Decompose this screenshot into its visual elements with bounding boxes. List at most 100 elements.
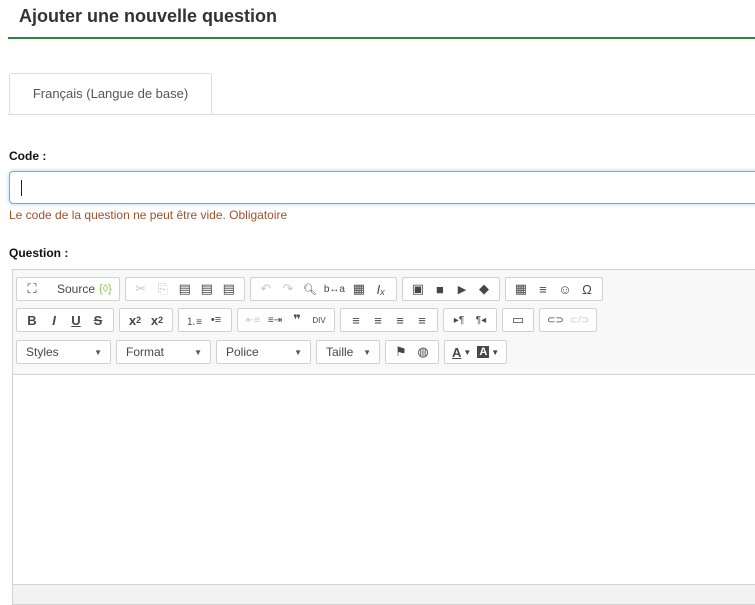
horizontal-rule-icon[interactable]: ≡ [532, 278, 554, 300]
underline-icon[interactable]: U [65, 309, 87, 331]
code-error-message: Le code de la question ne peut être vide… [9, 208, 288, 222]
toolbar-row-2: B I U S x2 x2 ⒈≡ •≡ ⇤≡ ≡⇥ ❞ DIV ≡ ≡ ≡ ≡ … [16, 308, 598, 334]
align-center-icon[interactable]: ≡ [367, 309, 389, 331]
table-icon[interactable]: ▦ [510, 278, 532, 300]
paste-text-icon[interactable]: ▤ [196, 278, 218, 300]
toolbar-group-bidi: ▸¶ ¶◂ [443, 308, 497, 332]
format-dropdown-label: Format [126, 345, 165, 359]
chevron-down-icon: ▼ [363, 347, 371, 357]
templates-icon[interactable]: ▭ [507, 309, 529, 331]
chevron-down-icon: ▼ [94, 347, 102, 357]
chevron-down-icon: ▼ [294, 347, 302, 357]
tabs-baseline [8, 114, 755, 115]
subscript-mark: 2 [136, 315, 142, 325]
toolbar-row-3: Styles ▼ Format ▼ Police ▼ Taille ▼ ⚑ ◍ [16, 340, 508, 366]
image-icon[interactable]: ▣ [407, 278, 429, 300]
toolbar-group-templates: ▭ [502, 308, 534, 332]
styles-dropdown[interactable]: Styles ▼ [16, 340, 111, 364]
superscript-x: x [150, 312, 159, 328]
page-title: Ajouter une nouvelle question [19, 6, 278, 26]
unlink-icon[interactable]: ⊂/⊃ [567, 309, 593, 331]
editor-toolbar: ⛶ Source {◊} ✂ ⎘ ▤ ▤ ▤ ↶ ↷ 🔍︎ b↔a ▦ Iₓ ▣… [13, 270, 755, 374]
replace-icon[interactable]: b↔a [321, 278, 348, 300]
toolbar-group-indent: ⇤≡ ≡⇥ ❞ DIV [237, 308, 335, 332]
numbered-list-icon[interactable]: ⒈≡ [183, 309, 205, 331]
bold-icon[interactable]: B [21, 309, 43, 331]
toolbar-group-lists: ⒈≡ •≡ [178, 308, 232, 332]
toolbar-group-insert: ▦ ≡ ☺ Ω [504, 277, 603, 301]
size-dropdown-label: Taille [326, 345, 354, 359]
outdent-icon[interactable]: ⇤≡ [242, 309, 264, 331]
title-divider [8, 37, 755, 39]
text-rtl-icon[interactable]: ¶◂ [470, 309, 492, 331]
text-color-button[interactable]: A ▼ [449, 341, 474, 363]
undo-icon[interactable]: ↶ [255, 278, 277, 300]
copy-icon[interactable]: ⎘ [152, 278, 174, 300]
anchor-flag-icon[interactable]: ⚑ [390, 341, 412, 363]
remove-format-icon[interactable]: Iₓ [370, 278, 392, 300]
div-icon[interactable]: DIV [308, 309, 330, 331]
rich-text-editor: ⛶ Source {◊} ✂ ⎘ ▤ ▤ ▤ ↶ ↷ 🔍︎ b↔a ▦ Iₓ ▣… [12, 269, 755, 605]
toolbar-group-clipboard: ✂ ⎘ ▤ ▤ ▤ [124, 277, 245, 301]
editor-content-area[interactable] [13, 374, 755, 585]
toolbar-group-links: ⊂⊃ ⊂/⊃ [539, 308, 598, 332]
tab-francais[interactable]: Français (Langue de base) [9, 73, 212, 114]
font-dropdown-label: Police [226, 345, 259, 359]
redo-icon[interactable]: ↷ [277, 278, 299, 300]
cut-icon[interactable]: ✂ [130, 278, 152, 300]
globe-icon[interactable]: ◍ [412, 341, 434, 363]
blockquote-icon[interactable]: ❞ [286, 309, 308, 331]
video-icon[interactable]: ■ [429, 278, 451, 300]
subscript-x: x [128, 312, 137, 328]
source-button[interactable]: Source {◊} [43, 278, 115, 300]
chevron-down-icon: ▼ [194, 347, 202, 357]
chevron-down-icon: ▼ [463, 347, 472, 357]
flash-icon[interactable]: ◆ [473, 278, 495, 300]
toolbar-group-colors: A ▼ A ▼ [444, 340, 508, 364]
toolbar-row-1: ⛶ Source {◊} ✂ ⎘ ▤ ▤ ▤ ↶ ↷ 🔍︎ b↔a ▦ Iₓ ▣… [16, 277, 603, 303]
indent-icon[interactable]: ≡⇥ [264, 309, 286, 331]
link-icon[interactable]: ⊂⊃ [544, 309, 567, 331]
maximize-icon[interactable]: ⛶ [21, 278, 43, 300]
select-all-icon[interactable]: ▦ [348, 278, 370, 300]
toolbar-group-align: ≡ ≡ ≡ ≡ [340, 308, 438, 332]
source-label: Source [57, 282, 96, 296]
justify-icon[interactable]: ≡ [411, 309, 433, 331]
question-label: Question : [9, 246, 69, 260]
chevron-down-icon: ▼ [491, 347, 500, 357]
toolbar-group-editing: ↶ ↷ 🔍︎ b↔a ▦ Iₓ [249, 277, 397, 301]
editor-bottom-bar [13, 585, 755, 604]
subscript-icon[interactable]: x2 [124, 309, 146, 331]
play-icon[interactable]: ▶ [451, 278, 473, 300]
language-tabs: Français (Langue de base) [8, 73, 755, 115]
toolbar-group-basicstyles: B I U S [16, 308, 114, 332]
superscript-mark: 2 [158, 315, 164, 325]
paste-icon[interactable]: ▤ [174, 278, 196, 300]
align-right-icon[interactable]: ≡ [389, 309, 411, 331]
background-color-button[interactable]: A ▼ [474, 341, 502, 363]
paste-word-icon[interactable]: ▤ [218, 278, 240, 300]
toolbar-group-anchor: ⚑ ◍ [385, 340, 439, 364]
styles-dropdown-label: Styles [26, 345, 59, 359]
format-dropdown[interactable]: Format ▼ [116, 340, 211, 364]
font-dropdown[interactable]: Police ▼ [216, 340, 311, 364]
align-left-icon[interactable]: ≡ [345, 309, 367, 331]
code-label: Code : [9, 149, 47, 163]
bullet-list-icon[interactable]: •≡ [205, 309, 227, 331]
text-ltr-icon[interactable]: ▸¶ [448, 309, 470, 331]
find-icon[interactable]: 🔍︎ [299, 278, 321, 300]
superscript-icon[interactable]: x2 [146, 309, 168, 331]
toolbar-group-script: x2 x2 [119, 308, 173, 332]
toolbar-group-document: ⛶ Source {◊} [16, 277, 120, 301]
size-dropdown[interactable]: Taille ▼ [316, 340, 380, 364]
special-char-icon[interactable]: Ω [576, 278, 598, 300]
italic-icon[interactable]: I [43, 309, 65, 331]
strikethrough-icon[interactable]: S [87, 309, 109, 331]
toolbar-group-media: ▣ ■ ▶ ◆ [401, 277, 500, 301]
text-color-icon: A [452, 344, 462, 360]
text-caret [21, 180, 22, 196]
code-input[interactable] [9, 171, 755, 204]
source-icon: {◊} [99, 283, 112, 295]
smiley-icon[interactable]: ☺ [554, 278, 576, 300]
background-color-icon: A [477, 346, 490, 358]
